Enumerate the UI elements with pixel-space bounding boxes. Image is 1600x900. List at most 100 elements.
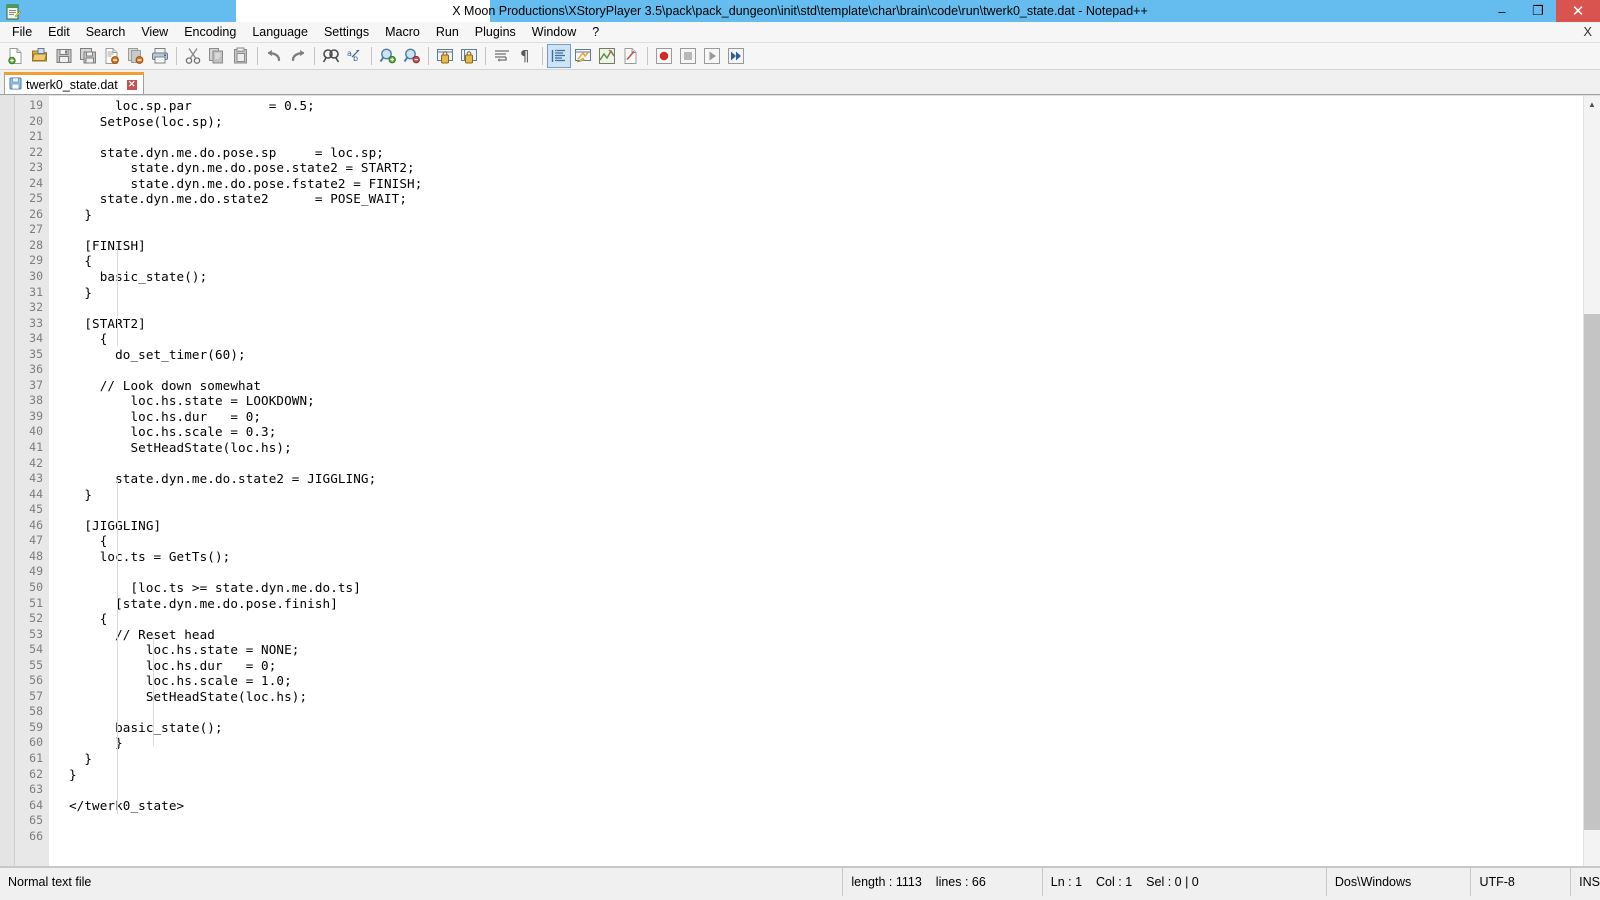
code-line[interactable]: loc.hs.scale = 1.0; — [63, 673, 1583, 689]
code-line[interactable]: loc.hs.dur = 0; — [63, 658, 1583, 674]
code-line[interactable] — [63, 362, 1583, 378]
menu-item-run[interactable]: Run — [428, 22, 467, 42]
code-line[interactable] — [63, 564, 1583, 580]
redo-icon[interactable] — [286, 44, 310, 68]
code-line[interactable] — [63, 782, 1583, 798]
indent-guide-icon[interactable] — [547, 44, 571, 68]
code-line[interactable] — [63, 222, 1583, 238]
fold-margin[interactable] — [49, 96, 63, 866]
code-line[interactable] — [63, 813, 1583, 829]
code-line[interactable]: basic_state(); — [63, 269, 1583, 285]
maximize-button[interactable]: ❐ — [1520, 0, 1556, 22]
code-line[interactable]: { — [63, 253, 1583, 269]
code-line[interactable]: SetHeadState(loc.hs); — [63, 440, 1583, 456]
replace-icon[interactable]: a b — [343, 44, 367, 68]
code-line[interactable]: loc.ts = GetTs(); — [63, 549, 1583, 565]
code-line[interactable]: loc.hs.scale = 0.3; — [63, 424, 1583, 440]
copy-icon[interactable] — [205, 44, 229, 68]
tab-twerk0-state-dat[interactable]: twerk0_state.dat ✕ — [4, 72, 144, 94]
code-line[interactable]: [FINISH] — [63, 238, 1583, 254]
sync-vertical-scroll-icon[interactable] — [433, 44, 457, 68]
cut-icon[interactable] — [181, 44, 205, 68]
close-file-icon[interactable] — [100, 44, 124, 68]
run-macro-multiple-icon[interactable] — [724, 44, 748, 68]
code-line[interactable]: </twerk0_state> — [63, 798, 1583, 814]
word-wrap-icon[interactable] — [490, 44, 514, 68]
user-defined-dialog-icon[interactable] — [571, 44, 595, 68]
code-line[interactable] — [63, 300, 1583, 316]
status-insert-mode[interactable]: INS — [1570, 868, 1600, 896]
scrollbar-thumb[interactable] — [1584, 314, 1600, 830]
sync-horizontal-scroll-icon[interactable] — [457, 44, 481, 68]
code-line[interactable] — [63, 502, 1583, 518]
tab-close-icon[interactable]: ✕ — [125, 78, 138, 91]
code-line[interactable]: state.dyn.me.do.pose.fstate2 = FINISH; — [63, 176, 1583, 192]
print-icon[interactable] — [148, 44, 172, 68]
zoom-out-icon[interactable] — [400, 44, 424, 68]
code-line[interactable]: } — [63, 751, 1583, 767]
menu-item-help[interactable]: ? — [584, 22, 607, 42]
find-icon[interactable] — [319, 44, 343, 68]
code-line[interactable]: // Look down somewhat — [63, 378, 1583, 394]
stop-macro-icon[interactable] — [676, 44, 700, 68]
code-line[interactable] — [63, 129, 1583, 145]
save-all-icon[interactable] — [76, 44, 100, 68]
code-line[interactable] — [63, 829, 1583, 845]
code-line[interactable]: { — [63, 533, 1583, 549]
code-line[interactable]: loc.sp.par = 0.5; — [63, 98, 1583, 114]
close-window-button[interactable]: ✕ — [1556, 0, 1600, 22]
code-line[interactable]: } — [63, 285, 1583, 301]
code-line[interactable]: SetHeadState(loc.hs); — [63, 689, 1583, 705]
status-encoding[interactable]: UTF-8 — [1470, 868, 1570, 896]
code-line[interactable]: loc.hs.state = NONE; — [63, 642, 1583, 658]
open-file-icon[interactable] — [28, 44, 52, 68]
code-line[interactable] — [63, 704, 1583, 720]
code-line[interactable] — [63, 456, 1583, 472]
code-line[interactable]: loc.hs.state = LOOKDOWN; — [63, 393, 1583, 409]
menu-item-view[interactable]: View — [133, 22, 176, 42]
zoom-in-icon[interactable] — [376, 44, 400, 68]
new-file-icon[interactable] — [4, 44, 28, 68]
code-line[interactable]: state.dyn.me.do.state2 = POSE_WAIT; — [63, 191, 1583, 207]
record-macro-icon[interactable] — [652, 44, 676, 68]
close-all-files-icon[interactable] — [124, 44, 148, 68]
code-line[interactable]: do_set_timer(60); — [63, 347, 1583, 363]
code-line[interactable]: // Reset head — [63, 627, 1583, 643]
code-line[interactable]: [state.dyn.me.do.pose.finish] — [63, 596, 1583, 612]
code-line[interactable]: state.dyn.me.do.state2 = JIGGLING; — [63, 471, 1583, 487]
function-list-icon[interactable] — [619, 44, 643, 68]
document-map-icon[interactable] — [595, 44, 619, 68]
code-line[interactable]: [JIGGLING] — [63, 518, 1583, 534]
minimize-button[interactable]: – — [1484, 0, 1520, 22]
menu-item-macro[interactable]: Macro — [377, 22, 428, 42]
play-macro-icon[interactable] — [700, 44, 724, 68]
close-document-button[interactable]: X — [1583, 22, 1592, 42]
menu-item-plugins[interactable]: Plugins — [467, 22, 524, 42]
code-line[interactable]: SetPose(loc.sp); — [63, 114, 1583, 130]
menu-item-language[interactable]: Language — [244, 22, 316, 42]
show-all-characters-icon[interactable]: ¶ — [514, 44, 538, 68]
menu-item-settings[interactable]: Settings — [316, 22, 377, 42]
menu-item-edit[interactable]: Edit — [40, 22, 78, 42]
vertical-scrollbar[interactable]: ▲ — [1583, 96, 1600, 866]
status-eol-format[interactable]: Dos\Windows — [1325, 868, 1471, 896]
code-line[interactable]: loc.hs.dur = 0; — [63, 409, 1583, 425]
bookmark-margin[interactable] — [0, 96, 15, 866]
code-line[interactable]: } — [63, 735, 1583, 751]
scroll-up-arrow[interactable]: ▲ — [1584, 96, 1600, 113]
code-line[interactable]: } — [63, 487, 1583, 503]
menu-item-window[interactable]: Window — [524, 22, 584, 42]
code-line[interactable]: [START2] — [63, 316, 1583, 332]
code-line[interactable]: state.dyn.me.do.pose.sp = loc.sp; — [63, 145, 1583, 161]
undo-icon[interactable] — [262, 44, 286, 68]
code-line[interactable]: } — [63, 767, 1583, 783]
menu-item-search[interactable]: Search — [78, 22, 134, 42]
menu-item-encoding[interactable]: Encoding — [176, 22, 244, 42]
code-line[interactable]: { — [63, 611, 1583, 627]
paste-icon[interactable] — [229, 44, 253, 68]
code-text-area[interactable]: loc.sp.par = 0.5; SetPose(loc.sp); state… — [63, 96, 1583, 866]
menu-item-file[interactable]: File — [4, 22, 40, 42]
code-line[interactable]: basic_state(); — [63, 720, 1583, 736]
code-line[interactable]: state.dyn.me.do.pose.state2 = START2; — [63, 160, 1583, 176]
code-line[interactable]: [loc.ts >= state.dyn.me.do.ts] — [63, 580, 1583, 596]
